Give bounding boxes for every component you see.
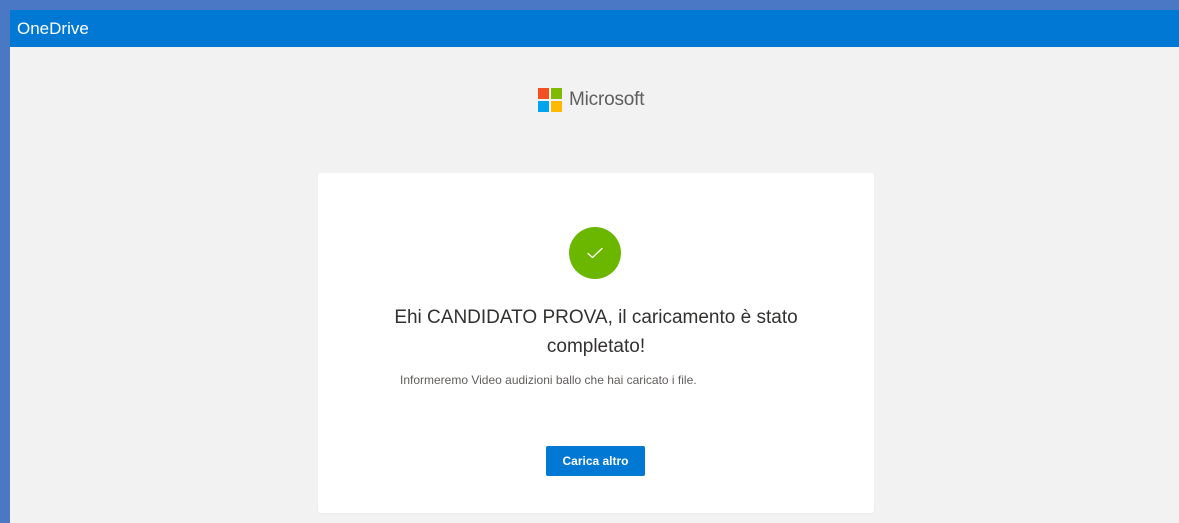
onedrive-title-bar: OneDrive xyxy=(10,10,1179,47)
brand-name: Microsoft xyxy=(569,89,645,110)
logo-green-square xyxy=(551,88,562,99)
success-headline: Ehi CANDIDATO PROVA, il caricamento è st… xyxy=(318,303,874,361)
window-frame: OneDrive Microsoft Ehi CANDIDATO PROVA, … xyxy=(0,0,1179,523)
upload-complete-card: Ehi CANDIDATO PROVA, il caricamento è st… xyxy=(318,173,874,513)
logo-blue-square xyxy=(538,101,549,112)
microsoft-brand: Microsoft xyxy=(538,88,644,112)
headline-line-2: completato! xyxy=(546,336,646,357)
microsoft-logo-icon xyxy=(538,88,562,112)
checkmark-glyph xyxy=(587,247,603,259)
logo-yellow-square xyxy=(551,101,562,112)
headline-line-1: Ehi CANDIDATO PROVA, il caricamento è st… xyxy=(394,307,798,328)
logo-red-square xyxy=(538,88,549,99)
browser-window: OneDrive Microsoft Ehi CANDIDATO PROVA, … xyxy=(10,10,1179,523)
upload-more-button[interactable]: Carica altro xyxy=(546,446,645,476)
notification-message: Informeremo Video audizioni ballo che ha… xyxy=(400,373,697,387)
app-title: OneDrive xyxy=(17,19,89,38)
checkmark-icon xyxy=(569,227,621,279)
